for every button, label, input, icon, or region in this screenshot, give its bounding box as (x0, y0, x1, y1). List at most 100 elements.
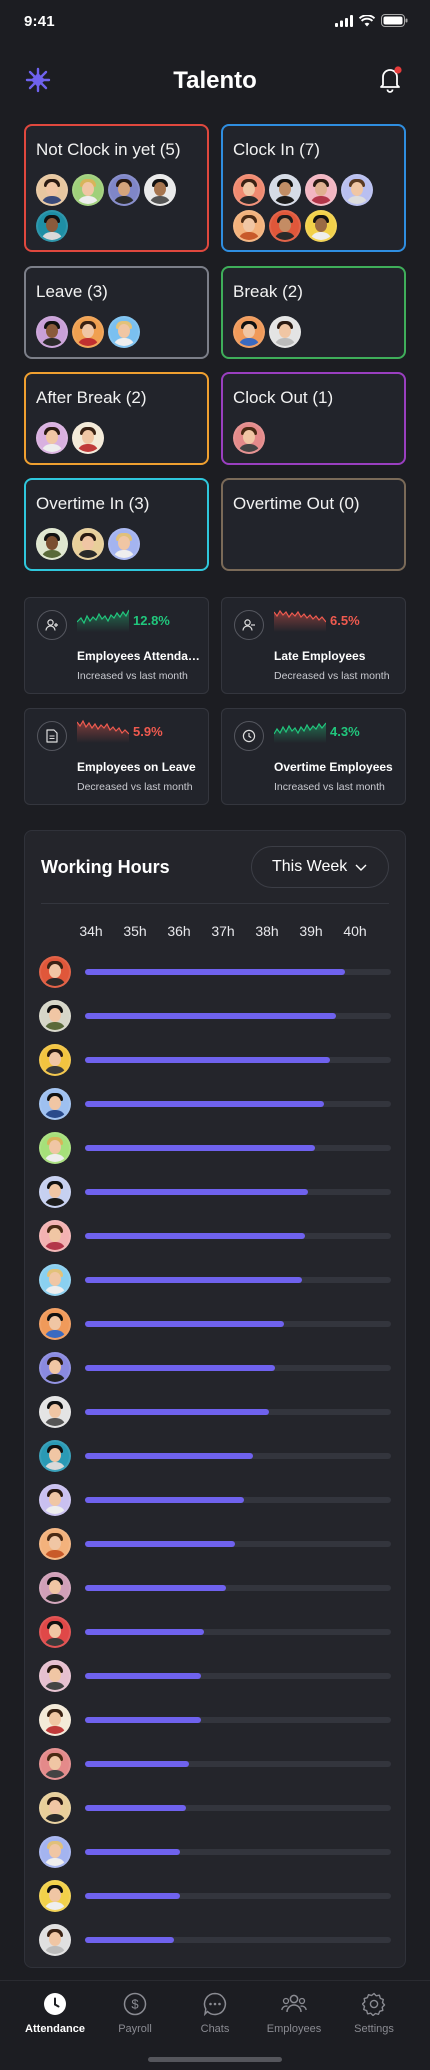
avatar[interactable] (39, 1616, 71, 1648)
avatar[interactable] (39, 1484, 71, 1516)
card-clock-out[interactable]: Clock Out (1) (221, 372, 406, 465)
hours-progress-bar (85, 1101, 324, 1107)
tab-payroll[interactable]: $ Payroll (95, 1991, 175, 2035)
avatar[interactable] (305, 174, 337, 206)
avatar[interactable] (39, 956, 71, 988)
axis-tick: 39h (299, 923, 323, 939)
avatar[interactable] (233, 422, 265, 454)
working-hours-row[interactable] (25, 999, 407, 1033)
tab-employees[interactable]: Employees (254, 1991, 334, 2035)
avatar[interactable] (39, 1132, 71, 1164)
avatar[interactable] (269, 210, 301, 242)
avatar[interactable] (233, 210, 265, 242)
working-hours-row[interactable] (25, 1175, 407, 1209)
avatar[interactable] (39, 1264, 71, 1296)
avatar[interactable] (36, 316, 68, 348)
stat-late-employees[interactable]: 6.5% Late Employees Decreased vs last mo… (221, 597, 406, 694)
app-header: Talento (0, 58, 430, 102)
working-hours-row[interactable] (25, 1659, 407, 1693)
avatar[interactable] (39, 1528, 71, 1560)
avatar[interactable] (269, 174, 301, 206)
avatar[interactable] (39, 1924, 71, 1956)
working-hours-row[interactable] (25, 1307, 407, 1341)
avatar[interactable] (36, 210, 68, 242)
avatar[interactable] (108, 528, 140, 560)
avatar[interactable] (39, 1792, 71, 1824)
working-hours-row[interactable] (25, 1395, 407, 1429)
avatar[interactable] (72, 422, 104, 454)
working-hours-row[interactable] (25, 1615, 407, 1649)
notification-bell-icon[interactable] (376, 64, 404, 94)
card-leave[interactable]: Leave (3) (24, 266, 209, 359)
working-hours-row[interactable] (25, 1439, 407, 1473)
avatar[interactable] (72, 316, 104, 348)
avatar[interactable] (72, 528, 104, 560)
card-after-break[interactable]: After Break (2) (24, 372, 209, 465)
avatar[interactable] (108, 174, 140, 206)
avatar[interactable] (39, 1000, 71, 1032)
tab-chats[interactable]: Chats (175, 1991, 255, 2035)
working-hours-row[interactable] (25, 1219, 407, 1253)
working-hours-row[interactable] (25, 1351, 407, 1385)
stat-employees-attendance[interactable]: 12.8% Employees Attendance Increased vs … (24, 597, 209, 694)
working-hours-row[interactable] (25, 1571, 407, 1605)
avatar[interactable] (39, 1396, 71, 1428)
avatar[interactable] (108, 316, 140, 348)
avatar[interactable] (39, 1660, 71, 1692)
hours-progress-bar (85, 969, 346, 975)
avatar[interactable] (39, 1572, 71, 1604)
working-hours-row[interactable] (25, 1131, 407, 1165)
avatar[interactable] (39, 1880, 71, 1912)
avatar-group (36, 174, 196, 242)
working-hours-row[interactable] (25, 1879, 407, 1913)
period-dropdown[interactable]: This Week (251, 846, 389, 888)
divider (41, 903, 389, 904)
avatar[interactable] (72, 174, 104, 206)
avatar[interactable] (144, 174, 176, 206)
tab-label: Payroll (118, 2023, 152, 2035)
working-hours-row[interactable] (25, 1483, 407, 1517)
card-clock-in[interactable]: Clock In (7) (221, 124, 406, 252)
card-break[interactable]: Break (2) (221, 266, 406, 359)
avatar[interactable] (36, 528, 68, 560)
avatar[interactable] (39, 1220, 71, 1252)
card-not-clock-in[interactable]: Not Clock in yet (5) (24, 124, 209, 252)
avatar[interactable] (39, 1836, 71, 1868)
avatar[interactable] (39, 1352, 71, 1384)
avatar[interactable] (341, 174, 373, 206)
card-title: Not Clock in yet (5) (36, 140, 181, 159)
working-hours-row[interactable] (25, 955, 407, 989)
working-hours-row[interactable] (25, 1087, 407, 1121)
working-hours-row[interactable] (25, 1703, 407, 1737)
working-hours-row[interactable] (25, 1747, 407, 1781)
working-hours-row[interactable] (25, 1923, 407, 1957)
avatar[interactable] (39, 1748, 71, 1780)
stat-employees-on-leave[interactable]: 5.9% Employees on Leave Decreased vs las… (24, 708, 209, 805)
hours-progress-bar (85, 1541, 235, 1547)
working-hours-row[interactable] (25, 1043, 407, 1077)
stat-overtime-employees[interactable]: 4.3% Overtime Employees Increased vs las… (221, 708, 406, 805)
working-hours-row[interactable] (25, 1791, 407, 1825)
working-hours-row[interactable] (25, 1835, 407, 1869)
avatar[interactable] (36, 174, 68, 206)
avatar[interactable] (39, 1440, 71, 1472)
avatar[interactable] (233, 174, 265, 206)
user-minus-icon (234, 610, 264, 640)
avatar[interactable] (233, 316, 265, 348)
tab-attendance[interactable]: Attendance (15, 1991, 95, 2035)
avatar[interactable] (269, 316, 301, 348)
card-overtime-in[interactable]: Overtime In (3) (24, 478, 209, 571)
avatar[interactable] (39, 1176, 71, 1208)
working-hours-row[interactable] (25, 1263, 407, 1297)
avatar[interactable] (39, 1088, 71, 1120)
avatar[interactable] (305, 210, 337, 242)
tab-settings[interactable]: Settings (334, 1991, 414, 2035)
avatar[interactable] (39, 1044, 71, 1076)
avatar[interactable] (36, 422, 68, 454)
clock-icon (234, 721, 264, 751)
avatar[interactable] (39, 1704, 71, 1736)
avatar[interactable] (39, 1308, 71, 1340)
card-overtime-out[interactable]: Overtime Out (0) (221, 478, 406, 571)
working-hours-row[interactable] (25, 1527, 407, 1561)
hours-progress-track (85, 1717, 391, 1723)
